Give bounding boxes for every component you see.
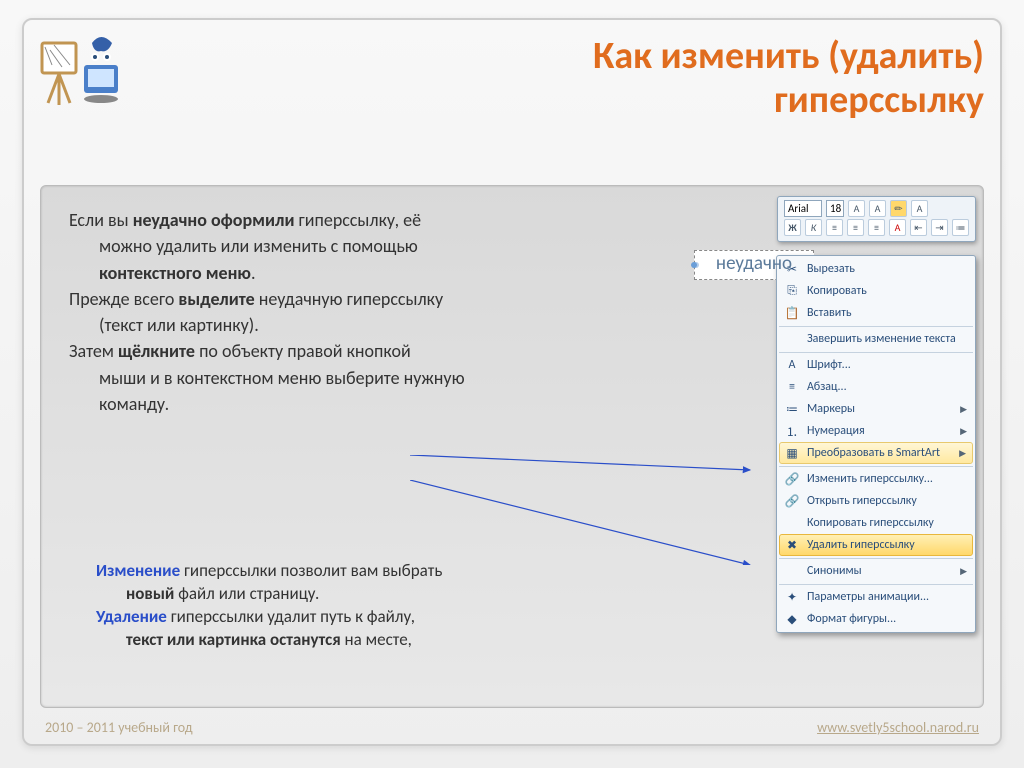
menu-icon: ✦ xyxy=(783,589,801,605)
menu-label: Синонимы xyxy=(807,564,862,578)
submenu-arrow-icon: ▶ xyxy=(959,448,966,459)
menu-icon: 🔗 xyxy=(783,493,801,509)
menu-icon xyxy=(783,563,801,579)
menu-item-15[interactable]: ◆ Формат фигуры... xyxy=(779,608,973,630)
footer-year: 2010 – 2011 учебный год xyxy=(45,719,193,736)
main-text: Если вы неудачно оформили гиперссылку, е… xyxy=(69,208,669,418)
slide-title: Как изменить (удалить) гиперссылку xyxy=(120,35,984,122)
menu-icon xyxy=(783,515,801,531)
menu-label: Преобразовать в SmartArt xyxy=(807,446,940,460)
menu-item-13[interactable]: Синонимы ▶ xyxy=(779,558,973,582)
menu-item-5[interactable]: ≡ Абзац... xyxy=(779,376,973,398)
menu-label: Маркеры xyxy=(807,402,855,416)
submenu-arrow-icon: ▶ xyxy=(960,426,967,437)
menu-item-0[interactable]: ✂ Вырезать xyxy=(779,258,973,280)
submenu-arrow-icon: ▶ xyxy=(960,404,967,415)
menu-label: Вставить xyxy=(807,306,852,320)
menu-item-11[interactable]: Копировать гиперссылку xyxy=(779,512,973,534)
menu-item-14[interactable]: ✦ Параметры анимации... xyxy=(779,584,973,608)
menu-item-8[interactable]: ▦ Преобразовать в SmartArt ▶ xyxy=(779,442,973,464)
font-size[interactable]: 18 xyxy=(826,200,844,217)
title-line1: Как изменить (удалить) xyxy=(593,33,984,79)
footer-url[interactable]: www.svetly5school.narod.ru xyxy=(817,719,979,736)
italic[interactable]: К xyxy=(805,219,822,236)
menu-label: Завершить изменение текста xyxy=(807,332,956,346)
menu-icon: ⒈ xyxy=(783,423,801,439)
menu-icon xyxy=(783,331,801,347)
menu-icon: ▦ xyxy=(783,445,801,461)
font-name[interactable]: Arial xyxy=(784,200,822,217)
menu-item-1[interactable]: ⎘ Копировать xyxy=(779,280,973,302)
menu-icon: A xyxy=(783,357,801,373)
menu-item-4[interactable]: A Шрифт... xyxy=(779,352,973,376)
align-left[interactable]: ≡ xyxy=(826,219,843,236)
menu-icon: ≔ xyxy=(783,401,801,417)
menu-label: Вырезать xyxy=(807,262,855,276)
align-right[interactable]: ≡ xyxy=(868,219,885,236)
menu-label: Формат фигуры... xyxy=(807,612,896,626)
menu-label: Копировать xyxy=(807,284,867,298)
menu-label: Копировать гиперссылку xyxy=(807,516,934,530)
text-color[interactable]: A xyxy=(889,219,906,236)
mini-toolbar: Arial 18 A A ✏ A Ж К ≡ ≡ ≡ A ⇤ ⇥ ≔ xyxy=(777,196,976,242)
menu-item-2[interactable]: 📋 Вставить xyxy=(779,302,973,324)
menu-icon: ≡ xyxy=(783,379,801,395)
menu-label: Удалить гиперссылку xyxy=(807,538,915,552)
menu-label: Абзац... xyxy=(807,380,847,394)
menu-item-6[interactable]: ≔ Маркеры ▶ xyxy=(779,398,973,420)
menu-item-12[interactable]: ✖ Удалить гиперссылку xyxy=(779,534,973,556)
title-line2: гиперссылку xyxy=(774,77,984,123)
grow-font[interactable]: A xyxy=(848,200,865,217)
menu-item-7[interactable]: ⒈ Нумерация ▶ xyxy=(779,420,973,442)
menu-icon: ◆ xyxy=(783,611,801,627)
menu-label: Изменить гиперссылку... xyxy=(807,472,933,486)
menu-label: Нумерация xyxy=(807,424,865,438)
shrink-font[interactable]: A xyxy=(869,200,886,217)
indent-dec[interactable]: ⇤ xyxy=(910,219,927,236)
menu-label: Параметры анимации... xyxy=(807,590,929,604)
bold[interactable]: Ж xyxy=(784,219,801,236)
context-menu: ✂ Вырезать⎘ Копировать📋 Вставить Заверши… xyxy=(776,255,976,633)
bottom-text: Изменение гиперссылки позволит вам выбра… xyxy=(96,560,616,652)
submenu-arrow-icon: ▶ xyxy=(960,566,967,577)
clipart-icon xyxy=(40,35,130,115)
menu-label: Шрифт... xyxy=(807,358,851,372)
align-center[interactable]: ≡ xyxy=(847,219,864,236)
menu-icon: 🔗 xyxy=(783,471,801,487)
menu-icon: 📋 xyxy=(783,305,801,321)
menu-icon: ⎘ xyxy=(783,283,801,299)
menu-icon: ✖ xyxy=(783,537,801,553)
menu-item-3[interactable]: Завершить изменение текста xyxy=(779,326,973,350)
menu-item-9[interactable]: 🔗 Изменить гиперссылку... xyxy=(779,466,973,490)
menu-label: Открыть гиперссылку xyxy=(807,494,917,508)
font-color[interactable]: A xyxy=(911,200,928,217)
slide-header: Как изменить (удалить) гиперссылку xyxy=(120,35,984,122)
highlight[interactable]: ✏ xyxy=(890,200,907,217)
bullets[interactable]: ≔ xyxy=(952,219,969,236)
menu-item-10[interactable]: 🔗 Открыть гиперссылку xyxy=(779,490,973,512)
indent-inc[interactable]: ⇥ xyxy=(931,219,948,236)
